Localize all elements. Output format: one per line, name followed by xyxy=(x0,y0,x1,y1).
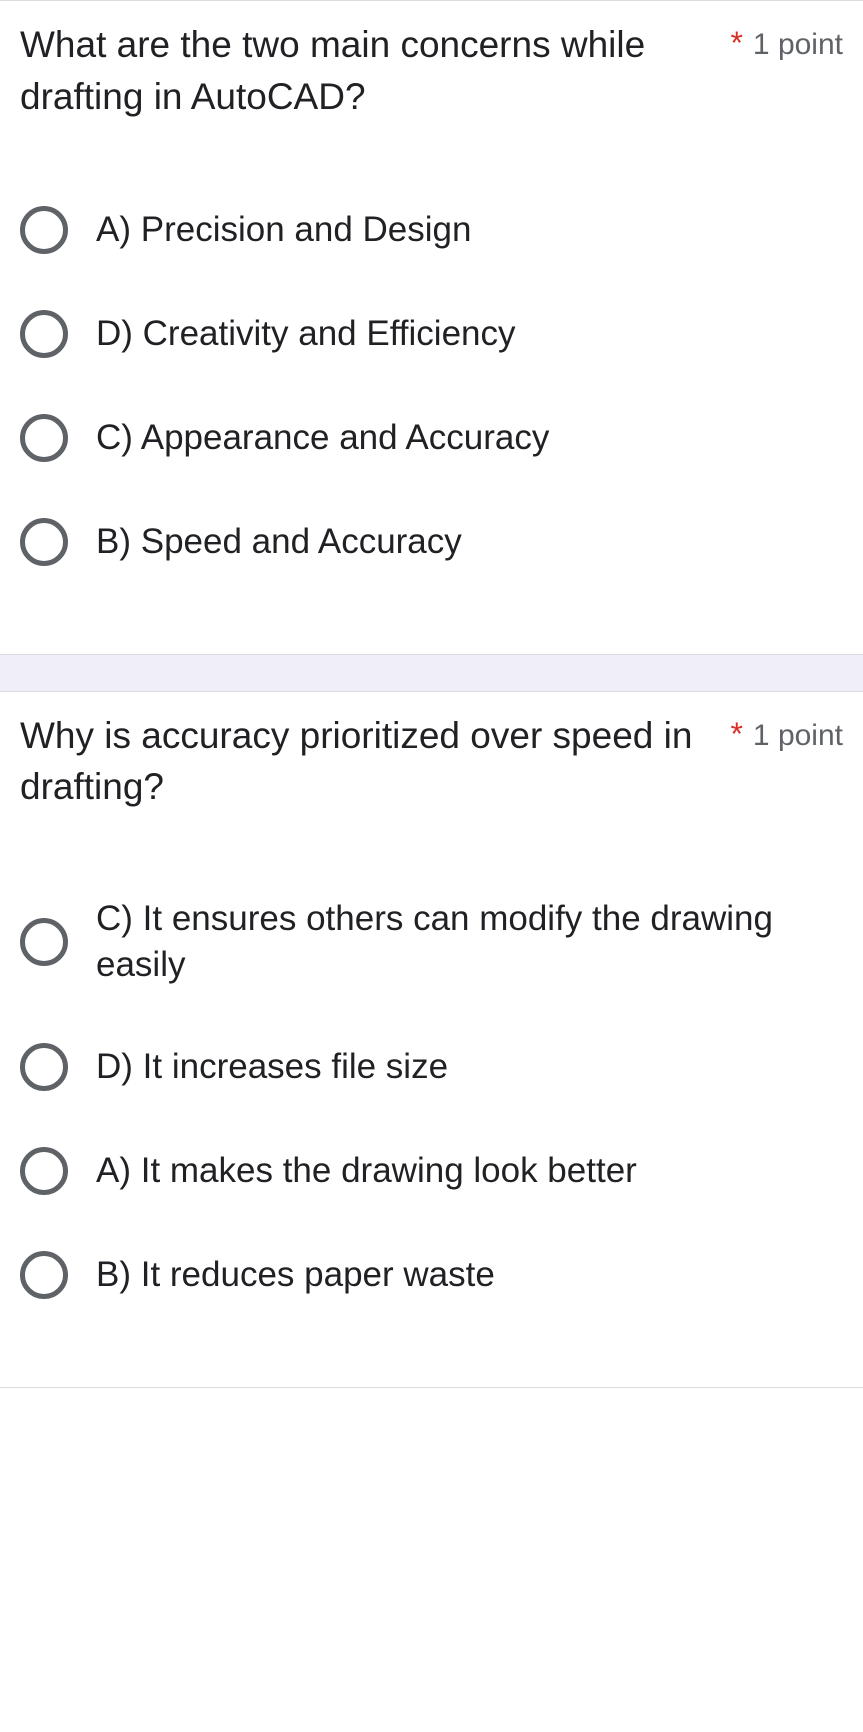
option-label: A) It makes the drawing look better xyxy=(96,1148,637,1194)
option-label: D) It increases file size xyxy=(96,1044,448,1090)
card-divider xyxy=(0,655,863,691)
option-b[interactable]: B) Speed and Accuracy xyxy=(20,490,843,594)
question-header: What are the two main concerns while dra… xyxy=(20,19,843,123)
radio-icon xyxy=(20,1147,68,1195)
question-text: What are the two main concerns while dra… xyxy=(20,19,730,123)
option-label: B) It reduces paper waste xyxy=(96,1252,495,1298)
option-b[interactable]: B) It reduces paper waste xyxy=(20,1223,843,1327)
question-text: Why is accuracy prioritized over speed i… xyxy=(20,710,730,814)
option-a[interactable]: A) Precision and Design xyxy=(20,178,843,282)
required-asterisk: * xyxy=(730,25,742,62)
question-card-1: What are the two main concerns while dra… xyxy=(0,0,863,655)
option-c[interactable]: C) It ensures others can modify the draw… xyxy=(20,868,843,1015)
radio-icon xyxy=(20,310,68,358)
required-asterisk: * xyxy=(730,716,742,753)
option-d[interactable]: D) It increases file size xyxy=(20,1015,843,1119)
option-label: B) Speed and Accuracy xyxy=(96,519,462,565)
radio-icon xyxy=(20,206,68,254)
option-a[interactable]: A) It makes the drawing look better xyxy=(20,1119,843,1223)
radio-icon xyxy=(20,1251,68,1299)
radio-icon xyxy=(20,918,68,966)
option-d[interactable]: D) Creativity and Efficiency xyxy=(20,282,843,386)
points-label: 1 point xyxy=(753,28,843,62)
question-header: Why is accuracy prioritized over speed i… xyxy=(20,710,843,814)
points-label: 1 point xyxy=(753,719,843,753)
option-label: C) It ensures others can modify the draw… xyxy=(96,896,843,987)
radio-icon xyxy=(20,414,68,462)
option-label: C) Appearance and Accuracy xyxy=(96,415,549,461)
option-c[interactable]: C) Appearance and Accuracy xyxy=(20,386,843,490)
question-meta: * 1 point xyxy=(730,710,843,753)
option-label: D) Creativity and Efficiency xyxy=(96,311,516,357)
option-label: A) Precision and Design xyxy=(96,207,471,253)
question-meta: * 1 point xyxy=(730,19,843,62)
question-card-2: Why is accuracy prioritized over speed i… xyxy=(0,691,863,1389)
radio-icon xyxy=(20,518,68,566)
radio-icon xyxy=(20,1043,68,1091)
